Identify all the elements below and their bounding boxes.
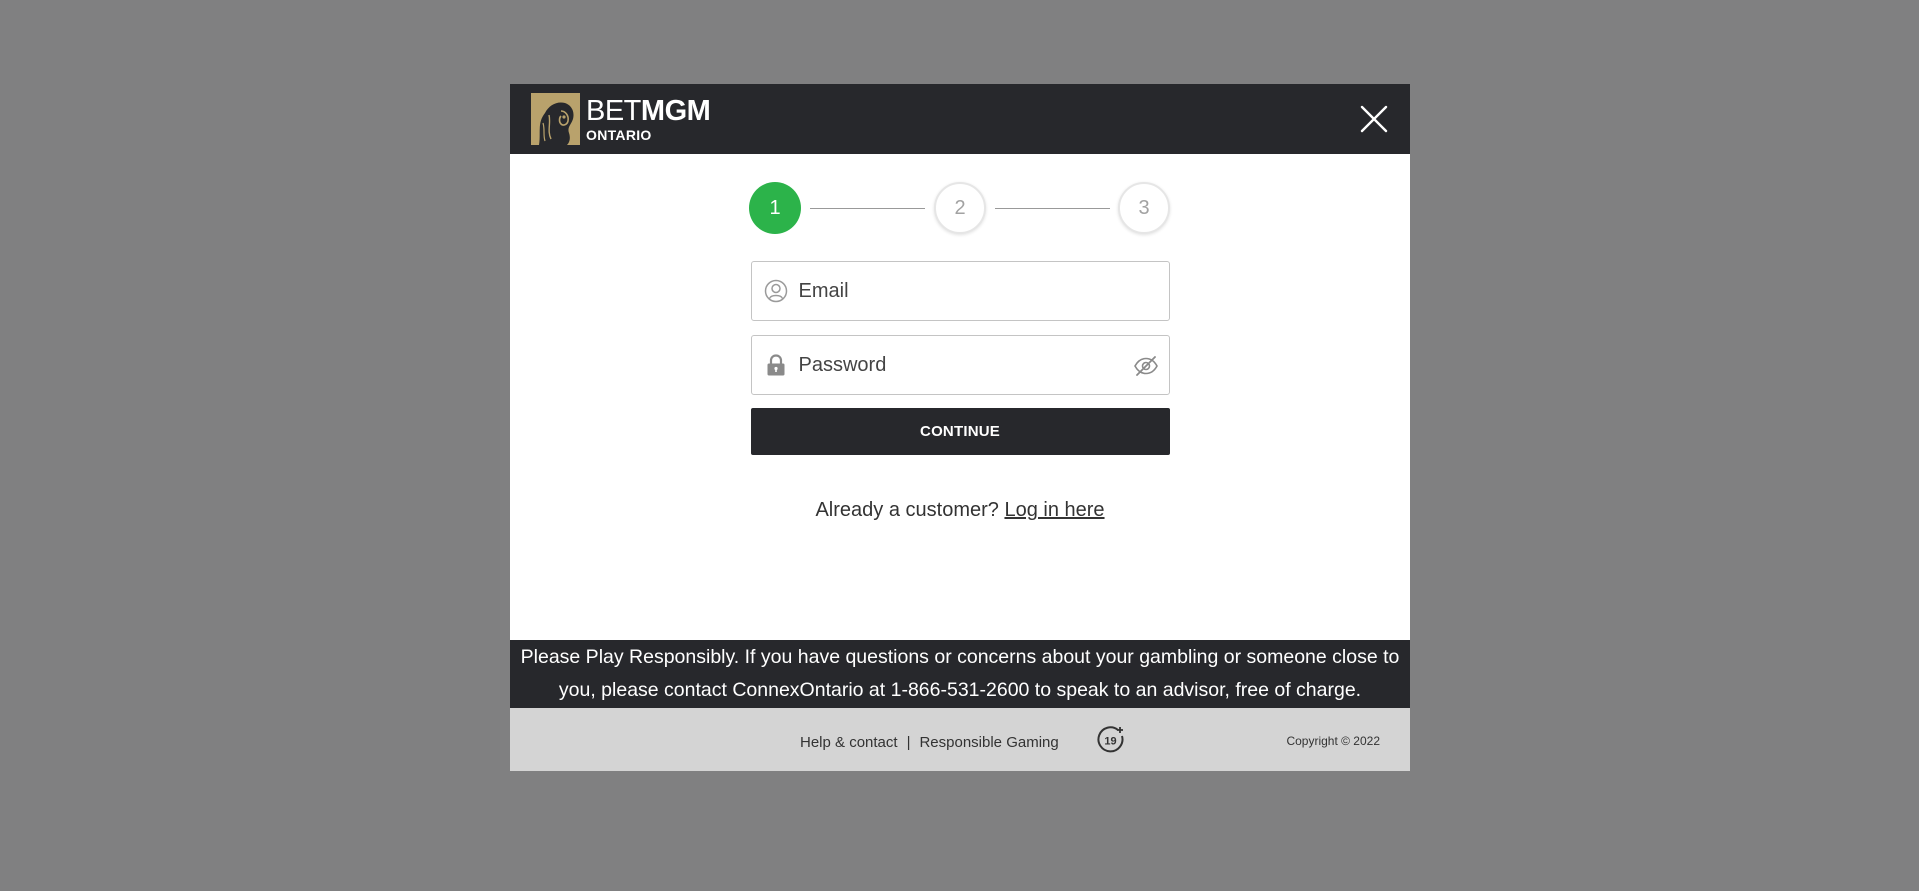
- age-badge-text: 19: [1104, 736, 1116, 748]
- responsible-gambling-notice: Please Play Responsibly. If you have que…: [510, 640, 1410, 708]
- brand-wordmark-bet: BET: [586, 94, 641, 127]
- login-prompt-text: Already a customer?: [815, 499, 1005, 521]
- brand-logo: BETMGM ONTARIO: [531, 93, 711, 145]
- lion-logo-icon: [531, 93, 580, 145]
- password-input[interactable]: [798, 336, 1169, 394]
- step-connector-1: [810, 208, 925, 209]
- footer-links: Help & contact | Responsible Gaming: [800, 734, 1059, 751]
- email-input[interactable]: [798, 262, 1169, 320]
- eye-off-icon[interactable]: [1133, 354, 1159, 378]
- step-3: 3: [1118, 182, 1170, 234]
- login-prompt: Already a customer? Log in here: [510, 499, 1410, 522]
- password-field: [750, 335, 1170, 395]
- close-icon: [1360, 105, 1388, 133]
- close-button[interactable]: [1358, 103, 1390, 135]
- modal-footer: Help & contact | Responsible Gaming 19 Cop…: [510, 708, 1410, 771]
- modal-body: 1 2 3 Email CONTINUE Already a customer?…: [510, 154, 1410, 640]
- continue-button[interactable]: CONTINUE: [750, 408, 1170, 455]
- help-contact-link[interactable]: Help & contact: [800, 734, 898, 751]
- age-19-plus-icon: 19: [1097, 726, 1124, 753]
- registration-modal: BETMGM ONTARIO 1 2 3 Email CONTINUE Alre…: [510, 84, 1410, 771]
- step-connector-2: [995, 208, 1110, 209]
- user-circle-icon: [764, 279, 787, 303]
- lock-icon: [767, 354, 784, 376]
- copyright-text: Copyright © 2022: [1286, 734, 1380, 748]
- brand-wordmark-mgm: MGM: [640, 94, 711, 127]
- brand-wordmark: BETMGM ONTARIO: [586, 94, 711, 143]
- footer-separator: |: [906, 734, 911, 751]
- step-1: 1: [749, 182, 801, 234]
- login-link[interactable]: Log in here: [1004, 499, 1104, 521]
- progress-stepper: 1 2 3: [749, 182, 1170, 234]
- email-field: [750, 261, 1170, 321]
- brand-region: ONTARIO: [586, 126, 652, 143]
- step-2: 2: [934, 182, 986, 234]
- modal-header: BETMGM ONTARIO: [510, 84, 1410, 154]
- responsible-gaming-link[interactable]: Responsible Gaming: [919, 734, 1058, 751]
